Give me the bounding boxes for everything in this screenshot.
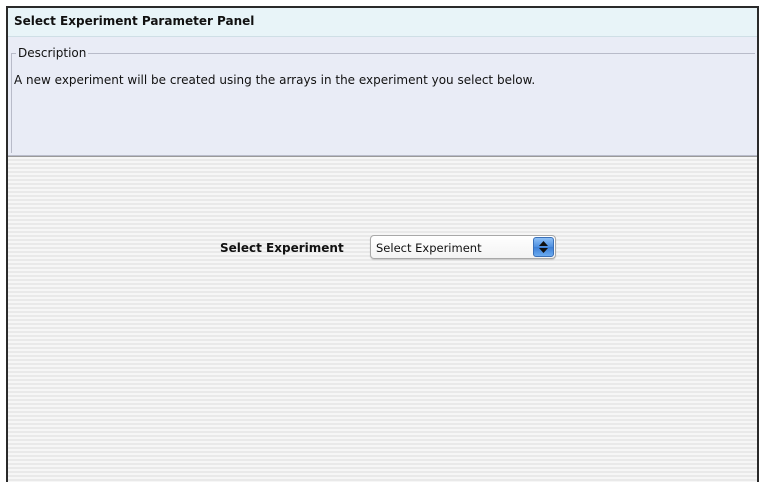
up-down-arrows-icon — [539, 241, 548, 253]
description-legend: Description — [16, 46, 89, 60]
description-text: A new experiment will be created using t… — [14, 73, 536, 87]
dropdown-stepper-icon[interactable] — [533, 237, 554, 257]
select-experiment-label: Select Experiment — [220, 241, 344, 255]
panel-title: Select Experiment Parameter Panel — [14, 14, 255, 28]
parameter-content-area: Select Experiment Select Experiment — [8, 156, 757, 482]
parameter-panel-window: Select Experiment Parameter Panel Descri… — [6, 6, 759, 482]
panel-title-bar: Select Experiment Parameter Panel — [8, 8, 757, 37]
description-border-left — [11, 53, 12, 153]
description-section: Description A new experiment will be cre… — [8, 37, 757, 156]
select-experiment-value: Select Experiment — [376, 241, 482, 255]
description-border-top — [11, 53, 755, 54]
select-experiment-dropdown[interactable]: Select Experiment — [370, 235, 556, 259]
